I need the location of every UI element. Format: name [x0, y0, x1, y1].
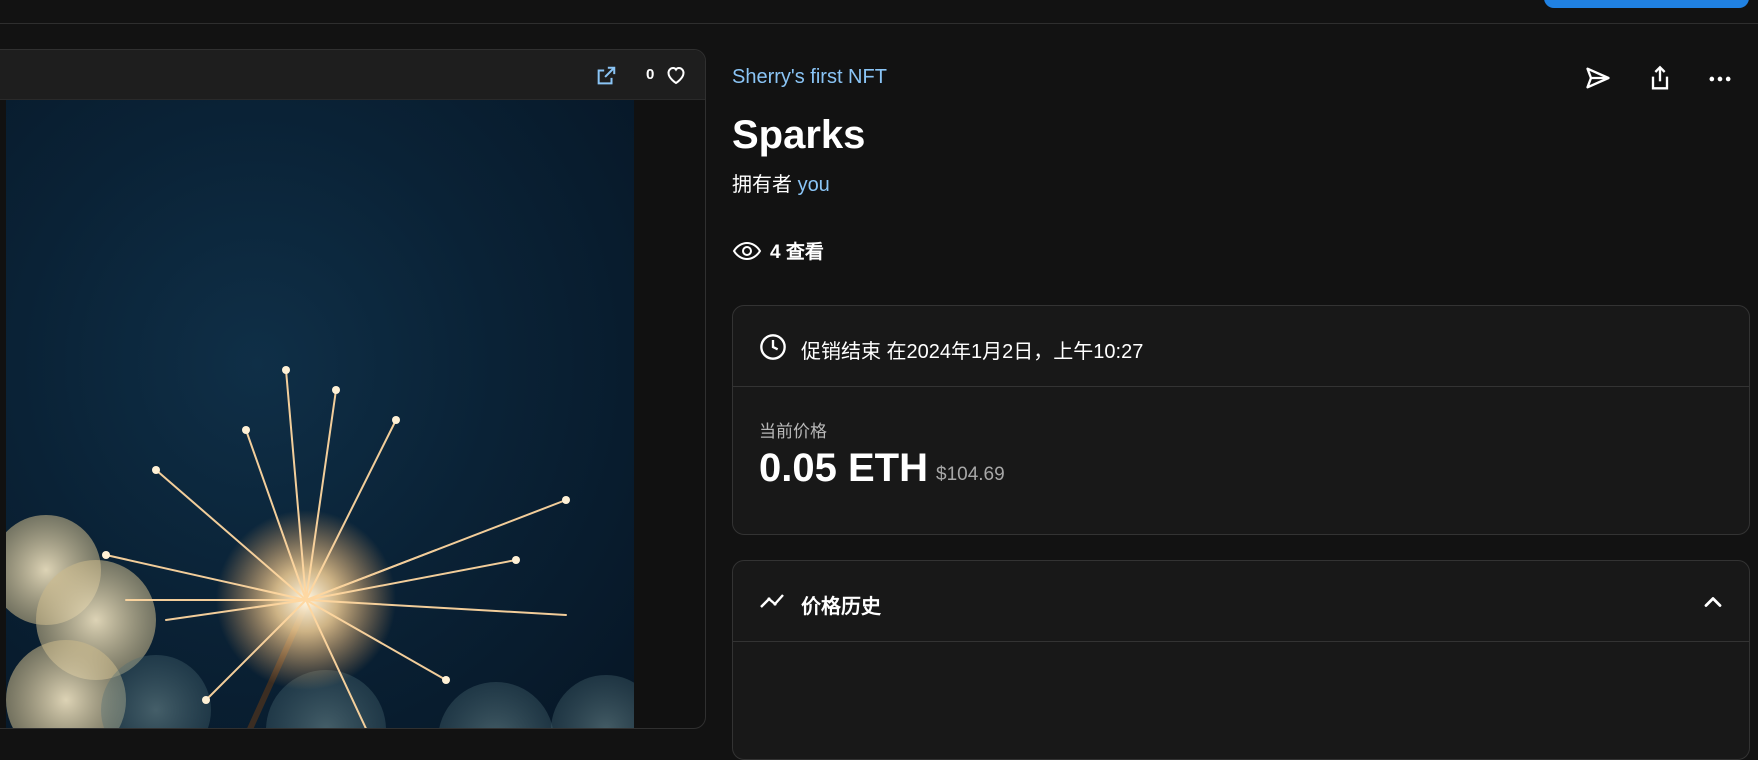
views-text: 4 查看 [770, 242, 824, 263]
nft-title: Sparks [732, 113, 866, 157]
chevron-up-icon[interactable] [1699, 588, 1727, 616]
sale-card: 促销结束 在2024年1月2日，上午10:27 当前价格 0.05 ETH $1… [732, 305, 1750, 535]
eye-icon [732, 241, 762, 260]
top-primary-button[interactable] [1544, 0, 1749, 8]
more-horizontal-icon[interactable] [1706, 65, 1734, 93]
top-navigation-bar [0, 0, 1758, 24]
share-icon[interactable] [1646, 65, 1674, 93]
current-price-label: 当前价格 [759, 422, 827, 441]
price-history-card: 价格历史 [732, 560, 1750, 760]
sale-end-text: 促销结束 在2024年1月2日，上午10:27 [801, 341, 1144, 363]
media-card: 0 [0, 49, 706, 729]
trending-icon [760, 594, 784, 608]
current-price-eth: 0.05 ETH [759, 446, 928, 490]
sparkler-illustration [6, 366, 634, 728]
send-icon[interactable] [1584, 64, 1612, 92]
owner-link[interactable]: you [798, 174, 830, 196]
owner-prefix: 拥有者 [732, 174, 792, 196]
nft-artwork-image [6, 100, 634, 728]
price-history-title: 价格历史 [801, 596, 881, 618]
owner-line: 拥有者 you [732, 168, 830, 197]
views-count: 4 查看 [732, 237, 824, 264]
heart-icon[interactable] [664, 63, 688, 87]
open-in-new-icon[interactable] [595, 65, 617, 87]
like-count: 0 [646, 66, 655, 83]
media-card-header: 0 [0, 50, 705, 100]
current-price-usd: $104.69 [936, 464, 1005, 485]
sale-header: 促销结束 在2024年1月2日，上午10:27 [733, 306, 1749, 387]
collection-link[interactable]: Sherry's first NFT [732, 66, 887, 89]
price-history-header[interactable]: 价格历史 [733, 561, 1749, 642]
clock-icon [760, 334, 786, 360]
